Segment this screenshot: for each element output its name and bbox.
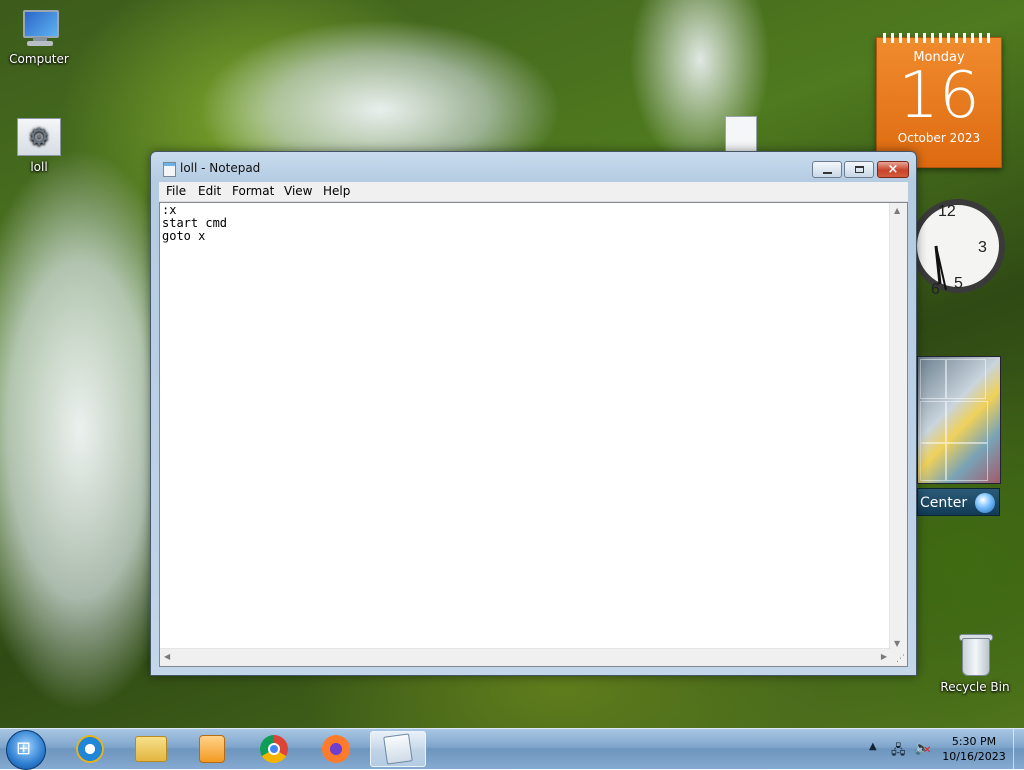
folder-icon bbox=[135, 736, 167, 762]
window-title: loll - Notepad bbox=[180, 161, 261, 175]
start-button[interactable]: ⊞ bbox=[6, 730, 46, 770]
clock-numeral: 5 bbox=[954, 275, 963, 292]
volume-muted-icon[interactable]: 🔈 ✕ bbox=[914, 741, 931, 757]
windows-orb-icon bbox=[975, 493, 995, 513]
menu-help[interactable]: Help bbox=[323, 184, 350, 198]
taskbar-firefox[interactable] bbox=[308, 731, 364, 767]
desktop-icon-label: loll bbox=[30, 160, 48, 174]
close-icon: × bbox=[887, 162, 899, 177]
clock-numeral: 3 bbox=[978, 239, 987, 256]
windows-logo-icon: ⊞ bbox=[16, 738, 32, 759]
clock-time: 5:30 PM bbox=[951, 735, 997, 748]
resize-grip[interactable]: ⋰ bbox=[890, 649, 907, 666]
desktop-icon-recycle-bin[interactable]: Recycle Bin bbox=[937, 632, 1013, 694]
menu-bar: File Edit Format View Help bbox=[159, 182, 908, 202]
calendar-gadget[interactable]: Monday 16 October 2023 bbox=[876, 33, 1002, 168]
desktop-icon-label: Computer bbox=[9, 52, 69, 66]
notepad-window[interactable]: loll - Notepad × File Edit Format View H… bbox=[150, 151, 917, 676]
taskbar-media-player[interactable] bbox=[184, 731, 240, 767]
slideshow-gadget[interactable] bbox=[917, 356, 1001, 484]
firefox-icon bbox=[322, 735, 350, 763]
scroll-up-icon[interactable]: ▲ bbox=[894, 206, 900, 215]
taskbar-windows-explorer[interactable] bbox=[123, 731, 179, 767]
system-clock[interactable]: 5:30 PM 10/16/2023 bbox=[937, 734, 1011, 764]
recycle-bin-icon bbox=[958, 632, 993, 676]
maximize-button[interactable] bbox=[844, 161, 874, 178]
minimize-icon bbox=[822, 171, 832, 174]
desktop-icon-label: Recycle Bin bbox=[940, 680, 1010, 694]
text-editor[interactable]: :x start cmd goto x ▲ ▼ ◀ ▶ ⋰ bbox=[159, 202, 908, 667]
maximize-icon bbox=[854, 166, 864, 173]
vertical-scrollbar[interactable]: ▲ ▼ bbox=[889, 203, 907, 651]
document-icon bbox=[725, 116, 757, 152]
close-button[interactable]: × bbox=[877, 161, 909, 178]
notepad-icon bbox=[383, 733, 413, 765]
horizontal-scrollbar[interactable]: ◀ ▶ bbox=[160, 648, 891, 666]
menu-file[interactable]: File bbox=[166, 184, 186, 198]
minimize-button[interactable] bbox=[812, 161, 842, 178]
desktop-icon-computer[interactable]: Computer bbox=[1, 10, 77, 66]
editor-content[interactable]: :x start cmd goto x bbox=[162, 204, 886, 243]
scroll-down-icon[interactable]: ▼ bbox=[894, 639, 900, 648]
show-desktop-button[interactable] bbox=[1013, 729, 1024, 769]
media-player-icon bbox=[199, 735, 225, 763]
calendar-month-year: October 2023 bbox=[897, 131, 981, 145]
clock-date: 10/16/2023 bbox=[942, 750, 1006, 763]
clock-numeral: 12 bbox=[938, 203, 956, 220]
menu-view[interactable]: View bbox=[284, 184, 312, 198]
taskbar-internet-explorer[interactable] bbox=[62, 731, 118, 767]
menu-format[interactable]: Format bbox=[232, 184, 274, 198]
chrome-icon bbox=[260, 735, 288, 763]
notepad-icon[interactable] bbox=[163, 162, 176, 177]
settings-file-icon: ⚙ bbox=[17, 118, 61, 156]
desktop-icon-loll[interactable]: ⚙ loll bbox=[1, 118, 77, 174]
scroll-left-icon[interactable]: ◀ bbox=[164, 652, 170, 661]
taskbar: ⊞ ▲ 🖧 🔈 ✕ 5:30 PM 10/16/2023 bbox=[0, 728, 1024, 770]
show-hidden-icons-button[interactable]: ▲ bbox=[869, 741, 877, 752]
internet-explorer-icon bbox=[76, 735, 104, 763]
grip-icon: ⋰ bbox=[896, 654, 905, 664]
network-icon[interactable]: 🖧 bbox=[891, 741, 907, 758]
media-center-label: Center bbox=[920, 495, 968, 511]
calendar-day-number: 16 bbox=[898, 59, 980, 133]
calendar-rings bbox=[883, 33, 995, 43]
menu-edit[interactable]: Edit bbox=[198, 184, 221, 198]
scroll-right-icon[interactable]: ▶ bbox=[881, 652, 887, 661]
media-center-gadget[interactable]: Center bbox=[917, 488, 1000, 516]
title-bar[interactable]: loll - Notepad × bbox=[151, 152, 916, 182]
taskbar-chrome[interactable] bbox=[246, 731, 302, 767]
clock-gadget[interactable]: 12 3 5 6 bbox=[911, 186, 1005, 306]
computer-icon bbox=[17, 10, 61, 48]
taskbar-notepad[interactable] bbox=[370, 731, 426, 767]
